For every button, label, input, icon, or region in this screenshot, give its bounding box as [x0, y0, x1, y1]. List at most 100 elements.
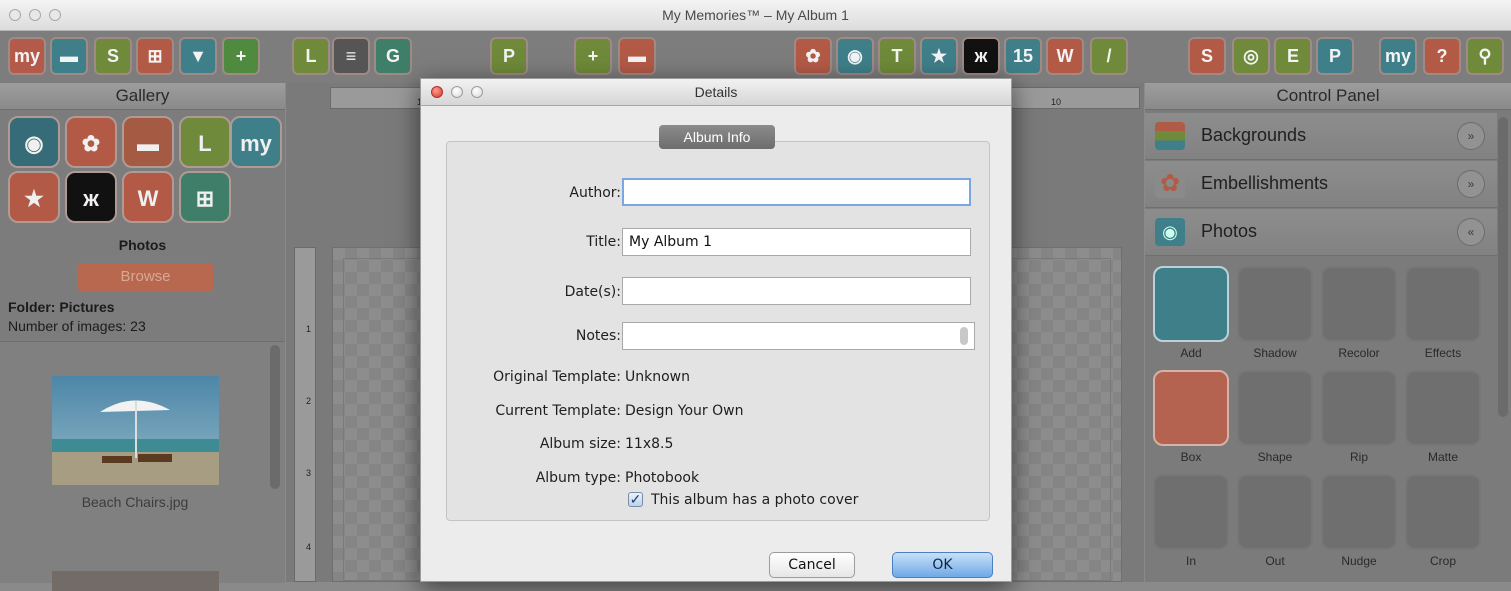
layout-icon[interactable]: ⊞	[179, 171, 231, 223]
layout-icon[interactable]: ⊞	[136, 37, 174, 75]
expand-icon[interactable]: »	[1457, 170, 1485, 198]
video-icon-glyph: ◎	[1243, 46, 1259, 66]
folder-label: Folder: Pictures	[8, 299, 115, 315]
butterfly-icon[interactable]: ж	[962, 37, 1000, 75]
tool-label: Nudge	[1341, 554, 1377, 568]
box-icon[interactable]	[1153, 370, 1229, 446]
browse-button[interactable]: Browse	[78, 263, 213, 291]
photo-cover-checkbox[interactable]: ✓	[628, 492, 643, 507]
grid-icon-glyph: G	[385, 46, 400, 66]
add-page-icon[interactable]: +	[222, 37, 260, 75]
control-panel-scrollbar[interactable]	[1498, 117, 1508, 417]
backgrounds-icon[interactable]: ▬	[122, 116, 174, 168]
mycom-icon[interactable]: my	[1379, 37, 1417, 75]
backgrounds-icon-glyph: ▬	[137, 131, 159, 156]
original-template-value: Unknown	[625, 369, 690, 385]
embellishments-icon[interactable]: ✿	[65, 116, 117, 168]
current-template-label: Current Template:	[495, 403, 621, 419]
wordart-icon[interactable]: W	[1046, 37, 1084, 75]
mymemories-logo-icon[interactable]: my	[8, 37, 46, 75]
album-type-value: Photobook	[625, 470, 700, 486]
photo-thumbnail[interactable]	[52, 571, 219, 591]
export-icon[interactable]: E	[1274, 37, 1312, 75]
add-page-icon-glyph: +	[235, 46, 247, 66]
embellishments-icon[interactable]: ✿	[794, 37, 832, 75]
rip-icon[interactable]	[1321, 370, 1397, 446]
mycom-icon[interactable]: my	[230, 116, 282, 168]
print-icon-glyph: P	[502, 46, 515, 66]
section-label: Embellishments	[1201, 173, 1329, 193]
search-icon[interactable]: ⚲	[1466, 37, 1504, 75]
camera-icon: ◉	[1155, 218, 1185, 246]
spell-icon-glyph: S	[1200, 46, 1213, 66]
download-icon[interactable]: ▼	[179, 37, 217, 75]
ruler-tick: 10	[1051, 97, 1062, 107]
brush-icon[interactable]: /	[1090, 37, 1128, 75]
ruler-icon[interactable]: ≡	[332, 37, 370, 75]
pdf-icon[interactable]: P	[1316, 37, 1354, 75]
plus-box-icon[interactable]: +	[574, 37, 612, 75]
wordart-icon-glyph: W	[1056, 46, 1074, 66]
backgrounds-icon	[1155, 122, 1185, 150]
shape-icon[interactable]	[1237, 370, 1313, 446]
notes-field[interactable]	[622, 322, 975, 350]
crop-icon[interactable]	[1405, 474, 1481, 550]
recolor-icon[interactable]	[1321, 266, 1397, 342]
add-photo-icon[interactable]	[1153, 266, 1229, 342]
grid-icon[interactable]: G	[374, 37, 412, 75]
effects-icon[interactable]	[1405, 266, 1481, 342]
cancel-button[interactable]: Cancel	[769, 552, 855, 578]
video-icon[interactable]: ◎	[1232, 37, 1270, 75]
help-icon[interactable]: ?	[1423, 37, 1461, 75]
calendar-icon[interactable]: 15	[1004, 37, 1042, 75]
text-icon[interactable]: T	[878, 37, 916, 75]
ok-button[interactable]: OK	[892, 552, 993, 578]
embellishments-icon: ✿	[1155, 170, 1185, 198]
backgrounds-icon[interactable]: ▬	[618, 37, 656, 75]
umbrella-image	[100, 400, 172, 463]
butterfly-icon[interactable]: ж	[65, 171, 117, 223]
camera-icon[interactable]: ◉	[8, 116, 60, 168]
section-backgrounds[interactable]: Backgrounds »	[1145, 113, 1497, 160]
layer-L-icon[interactable]: L	[179, 116, 231, 168]
notes-scrollbar[interactable]	[960, 327, 968, 345]
section-embellishments[interactable]: ✿ Embellishments »	[1145, 161, 1497, 208]
print-icon[interactable]: P	[490, 37, 528, 75]
zoom-in-icon[interactable]	[1153, 474, 1229, 550]
star-icon[interactable]: ★	[920, 37, 958, 75]
star-icon[interactable]: ★	[8, 171, 60, 223]
title-field[interactable]	[622, 228, 971, 256]
album-size-value: 11x8.5	[625, 436, 674, 452]
tool-label: Rip	[1349, 450, 1368, 464]
help-icon-glyph: ?	[1436, 46, 1448, 66]
section-photos[interactable]: ◉ Photos «	[1145, 209, 1497, 256]
nudge-icon[interactable]	[1321, 474, 1397, 550]
star-icon-glyph: ★	[930, 46, 948, 66]
save-icon-glyph: S	[106, 46, 119, 66]
tool-label: Box	[1180, 450, 1202, 464]
tool-label: Shape	[1257, 450, 1293, 464]
backgrounds-icon-glyph: ▬	[628, 46, 646, 66]
photo-thumbnail[interactable]	[52, 376, 219, 485]
expand-icon[interactable]: »	[1457, 122, 1485, 150]
collapse-icon[interactable]: «	[1457, 218, 1485, 246]
layer-L-icon[interactable]: L	[292, 37, 330, 75]
original-template-label: Original Template:	[493, 369, 621, 385]
mymemories-logo-icon-glyph: my	[13, 46, 40, 66]
shadow-icon[interactable]	[1237, 266, 1313, 342]
photo-cover-label[interactable]: This album has a photo cover	[651, 492, 858, 508]
spell-icon[interactable]: S	[1188, 37, 1226, 75]
camera-icon-glyph: ◉	[24, 131, 44, 156]
dates-field[interactable]	[622, 277, 971, 305]
star-icon-glyph: ★	[24, 186, 44, 211]
folder-icon[interactable]: ▬	[50, 37, 88, 75]
save-icon[interactable]: S	[94, 37, 132, 75]
author-field[interactable]	[622, 178, 971, 206]
wordart-icon[interactable]: W	[122, 171, 174, 223]
matte-icon[interactable]	[1405, 370, 1481, 446]
mycom-icon-glyph: my	[1384, 46, 1411, 66]
camera-icon[interactable]: ◉	[836, 37, 874, 75]
gallery-scrollbar[interactable]	[270, 345, 280, 489]
ruler-icon-glyph: ≡	[345, 46, 357, 66]
zoom-out-icon[interactable]	[1237, 474, 1313, 550]
